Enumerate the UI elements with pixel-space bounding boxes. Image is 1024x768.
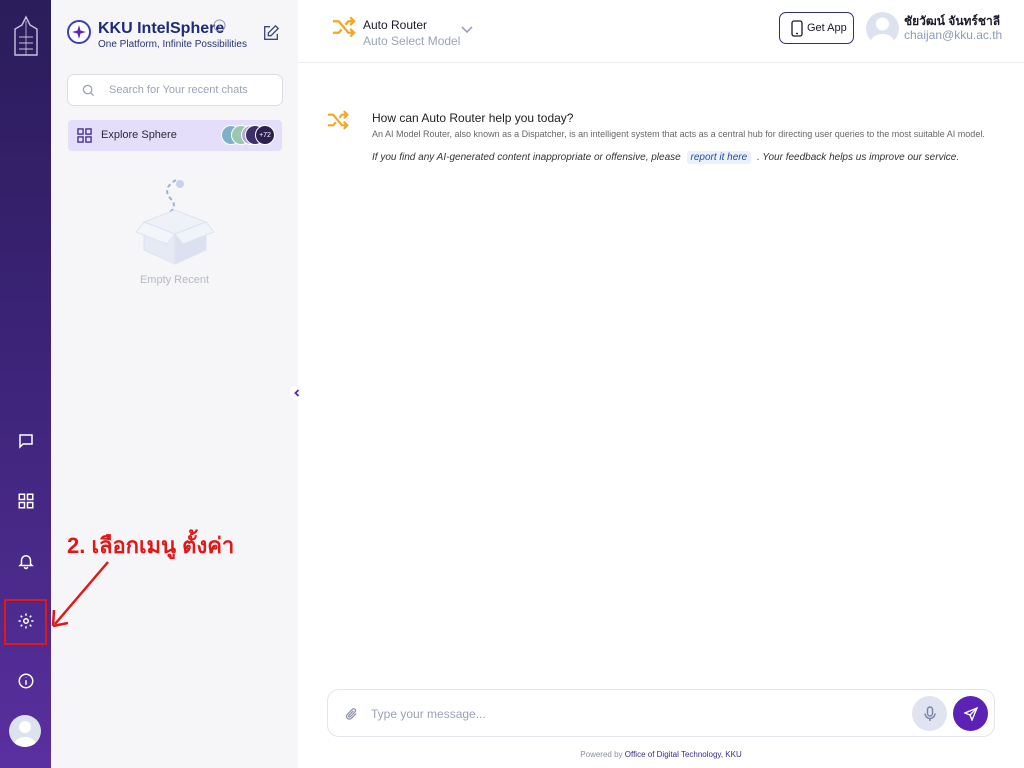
report-link[interactable]: report it here <box>686 151 752 164</box>
model-name[interactable]: Auto Router <box>363 18 427 32</box>
paperclip-icon[interactable] <box>345 707 358 721</box>
collapse-sidebar-icon[interactable] <box>290 386 304 400</box>
shuffle-icon <box>332 16 356 38</box>
message-input[interactable]: Type your message... <box>371 707 486 721</box>
search-placeholder: Search for Your recent chats <box>109 84 248 96</box>
annotation-arrow-icon <box>51 561 109 628</box>
feedback-note: If you find any AI-generated content ina… <box>372 151 960 164</box>
explore-sphere-button[interactable]: Explore Sphere +72 <box>68 120 282 151</box>
brand-logo-icon <box>67 20 91 44</box>
send-button[interactable] <box>953 696 988 731</box>
footer-org-link[interactable]: Office of Digital Technology, KKU <box>625 750 742 759</box>
more-count-badge: +72 <box>255 125 275 145</box>
new-chat-icon[interactable] <box>262 24 280 42</box>
footer-prefix: Powered by <box>580 750 623 759</box>
user-email: chaijan@kku.ac.th <box>904 28 1003 42</box>
feedback-note-text: If you find any AI-generated content ina… <box>372 152 681 163</box>
empty-box-icon <box>136 179 214 265</box>
grid-icon <box>77 128 92 143</box>
sidebar <box>51 0 298 768</box>
tutorial-annotation: 2. เลือกเมนู ตั้งค่า <box>67 533 235 558</box>
info-icon[interactable] <box>13 668 39 694</box>
explore-sphere-label: Explore Sphere <box>101 129 177 141</box>
brand-subtitle: One Platform, Infinite Possibilities <box>98 39 247 50</box>
search-input[interactable]: Search for Your recent chats <box>67 74 283 106</box>
logo-icon[interactable] <box>11 15 41 63</box>
get-app-label: Get App <box>807 22 847 34</box>
welcome-description: An AI Model Router, also known as a Disp… <box>372 129 985 139</box>
brand-title: KKU IntelSphere <box>98 20 225 37</box>
feedback-note-suffix: . Your feedback helps us improve our ser… <box>756 152 960 163</box>
send-icon <box>963 706 978 721</box>
microphone-button[interactable] <box>912 696 947 731</box>
search-icon <box>82 84 95 97</box>
settings-icon[interactable] <box>13 608 39 634</box>
avatar[interactable] <box>9 715 41 747</box>
message-composer: Type your message... <box>327 689 995 737</box>
grid-icon[interactable] <box>13 488 39 514</box>
chevron-down-icon[interactable] <box>460 25 474 35</box>
phone-icon <box>791 20 803 37</box>
user-avatar[interactable] <box>866 12 899 45</box>
welcome-title: How can Auto Router help you today? <box>372 111 574 125</box>
microphone-icon <box>923 705 936 721</box>
model-subtitle[interactable]: Auto Select Model <box>363 34 460 48</box>
get-app-button[interactable]: Get App <box>779 12 854 44</box>
chat-icon[interactable] <box>13 428 39 454</box>
bell-icon[interactable] <box>13 548 39 574</box>
shuffle-icon <box>327 110 349 130</box>
nav-rail <box>0 0 51 768</box>
info-icon[interactable] <box>213 19 226 32</box>
empty-recent-label: Empty Recent <box>139 274 210 286</box>
footer: Powered by Office of Digital Technology,… <box>298 750 1024 759</box>
